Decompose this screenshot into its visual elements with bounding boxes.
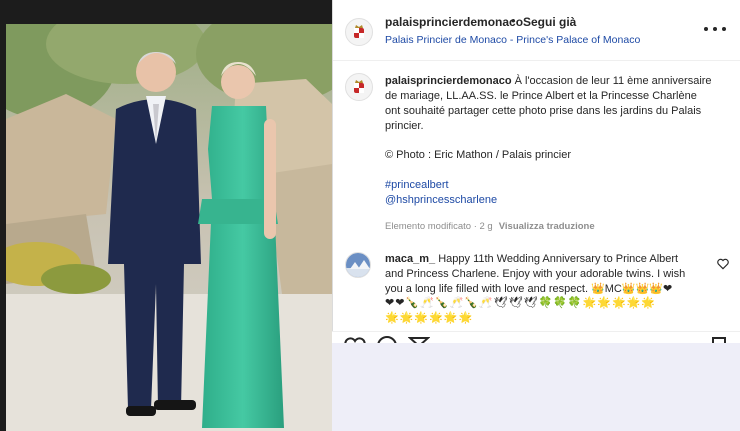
avatar-photo-icon: [346, 253, 370, 277]
comment-line: you a long life filled with love and res…: [385, 283, 673, 295]
comment-input-area: [332, 343, 740, 431]
browser-dark-strip: [0, 0, 332, 24]
post-meta: Elemento modificato · 2 g Visualizza trad…: [385, 221, 595, 232]
comment-emoji-line: 🌟🌟🌟🌟🌟🌟: [385, 312, 474, 324]
caption-line: princier.: [385, 120, 424, 132]
crest-icon: [354, 25, 364, 38]
post-photo-illustration: [6, 24, 332, 431]
caption-line: palaisprincierdemonaco À l'occasion de l…: [385, 75, 712, 87]
account-username[interactable]: palaisprincierdemonaco: [385, 15, 523, 29]
more-options-icon[interactable]: [704, 22, 726, 36]
mention-link[interactable]: @hshprincesscharlene: [385, 194, 497, 206]
crest-icon: [354, 80, 364, 93]
caption-line: de mariage, LL.AA.SS. le Prince Albert e…: [385, 90, 697, 102]
comment-line: and Princess Charlene. Enjoy with your a…: [385, 268, 686, 280]
post-caption: palaisprincierdemonaco À l'occasion de l…: [385, 74, 725, 134]
comment-line: maca_m_ Happy 11th Wedding Anniversary t…: [385, 253, 679, 265]
commenter-avatar[interactable]: [345, 252, 371, 278]
comment-emoji-line: ❤❤🍾🥂🍾🥂🍾🥂🕊🕊🕊🍀🍀🍀🌟🌟🌟🌟🌟: [385, 297, 657, 309]
comment: maca_m_ Happy 11th Wedding Anniversary t…: [385, 252, 710, 297]
caption-avatar[interactable]: [345, 73, 373, 101]
edited-timestamp: Elemento modificato · 2 g: [385, 221, 493, 232]
commenter-username[interactable]: maca_m_: [385, 253, 435, 265]
translate-link[interactable]: Visualizza traduzione: [499, 221, 595, 232]
post-header: palaisprincierdemonaco • Segui già Palai…: [333, 0, 740, 61]
hashtag-link[interactable]: #princealbert: [385, 179, 449, 191]
following-button[interactable]: Segui già: [523, 15, 576, 29]
account-avatar[interactable]: [345, 18, 373, 46]
post-actions-bar: [332, 331, 740, 346]
location-link[interactable]: Palais Princier de Monaco - Prince's Pal…: [385, 34, 640, 46]
photo-credit: © Photo : Eric Mathon / Palais princier: [385, 149, 572, 161]
caption-username[interactable]: palaisprincierdemonaco: [385, 75, 512, 87]
post-photo[interactable]: [6, 24, 332, 431]
separator-dot: •: [511, 13, 516, 28]
comment-like-icon[interactable]: [716, 257, 730, 271]
caption-line: ont souhaité partager cette photo prise …: [385, 105, 702, 117]
